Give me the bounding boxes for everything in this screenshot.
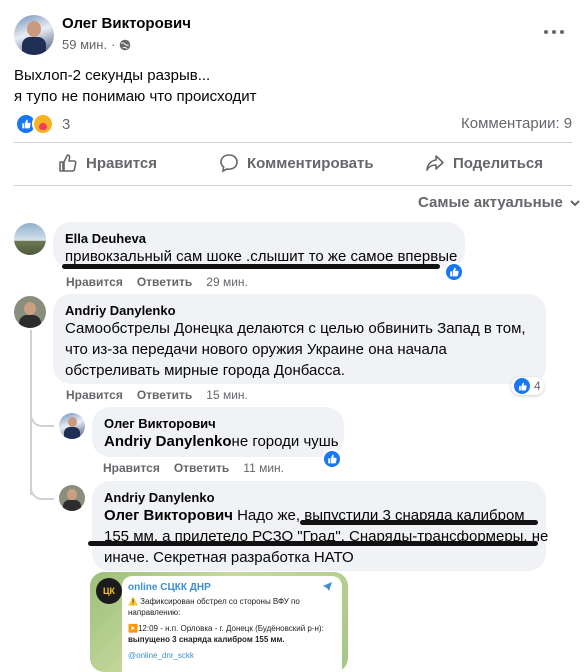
comment-bubble: Andriy Danylenko Самообстрелы Донецка де… [53, 294, 546, 384]
telegram-message: online СЦКК ДНР ⚠️ Зафиксирован обстрел … [122, 576, 342, 672]
comment-sort-dropdown[interactable]: Самые актуальные [418, 194, 581, 211]
comment-like-link[interactable]: Нравится [66, 275, 123, 289]
post-text: Выхлоп-2 секунды разрыв... я тупо не пон… [14, 65, 257, 107]
divider [14, 185, 572, 186]
comment-image-attachment[interactable]: ЦК online СЦКК ДНР ⚠️ Зафиксирован обстр… [90, 572, 348, 672]
share-button-label: Поделиться [453, 154, 544, 172]
comment-text-line: Самообстрелы Донецка делаются с целью об… [65, 320, 526, 337]
thumbs-up-icon [328, 454, 337, 464]
comment-icon [220, 154, 238, 173]
thread-branch [30, 470, 54, 500]
divider [14, 142, 572, 143]
share-icon [426, 155, 444, 171]
commenter-avatar[interactable] [14, 223, 46, 255]
thumbs-up-icon [450, 267, 459, 277]
comment-bubble: Ella Deuheva привокзальный сам шоке .слы… [53, 222, 465, 268]
reply-actions: Нравится Ответить 11 мин. [103, 461, 284, 475]
reply-like-link[interactable]: Нравится [103, 461, 160, 475]
like-button-label: Нравится [86, 154, 158, 172]
markup-underline [300, 520, 538, 525]
markup-underline [88, 541, 538, 546]
comment-reply-link[interactable]: Ответить [137, 275, 192, 289]
reply-reply-link[interactable]: Ответить [174, 461, 229, 475]
reply-mention[interactable]: Олег Викторович [104, 507, 233, 524]
reply-text: Олег Викторович Надо же, выпустили 3 сна… [104, 505, 548, 568]
comment-text-line: обстреливать мирные города Донбасса. [65, 362, 345, 379]
like-reaction-icon [514, 378, 530, 394]
comment-button-label: Комментировать [247, 154, 374, 172]
more-options-icon[interactable] [544, 30, 564, 34]
message-link: @online_dnr_sckk [128, 651, 194, 660]
comment-button[interactable]: Комментировать [219, 153, 374, 173]
comment-time[interactable]: 15 мин. [206, 388, 248, 402]
reply-text-line: иначе. Секретная разработка НАТО [104, 549, 354, 566]
reply-author-avatar[interactable] [59, 413, 85, 439]
post-text-line: Выхлоп-2 секунды разрыв... [14, 67, 211, 84]
commenter-avatar[interactable] [14, 296, 46, 328]
reply-text-body: не городи чушь [231, 433, 339, 450]
post-meta: 59 мин. · [62, 37, 131, 52]
message-line: направлению: [128, 608, 181, 617]
post-time[interactable]: 59 мин. [62, 37, 107, 52]
thumbs-up-icon [59, 154, 77, 172]
chevron-down-icon [570, 199, 580, 206]
channel-badge: ЦК [102, 586, 116, 596]
comment-text: Самообстрелы Донецка делаются с целью об… [65, 318, 526, 381]
post-author-name[interactable]: Олег Викторович [62, 15, 191, 32]
reply-bubble: Andriy Danylenko Олег Викторович Надо же… [92, 481, 548, 571]
markup-underline [62, 264, 440, 269]
message-line: ⚠️ Зафиксирован обстрел со стороны ВФУ п… [128, 597, 300, 606]
comments-count[interactable]: Комментарии: 9 [461, 115, 572, 132]
comment-reaction-summary[interactable]: 4 [511, 377, 544, 395]
reply-author[interactable]: Олег Викторович [104, 416, 216, 431]
comment-like-link[interactable]: Нравится [66, 388, 123, 402]
reply-text: Andriy Danylenkoне городи чушь [104, 431, 339, 452]
care-reaction-icon [32, 113, 54, 135]
post-author-avatar[interactable] [14, 15, 54, 55]
comment-reaction-count: 4 [534, 379, 541, 393]
reply-like-badge[interactable] [322, 449, 342, 469]
comment-like-badge[interactable] [444, 262, 464, 282]
reply-bubble: Олег Викторович Andriy Danylenkoне город… [92, 407, 344, 457]
comment-time[interactable]: 29 мин. [206, 275, 248, 289]
message-body: ⚠️ Зафиксирован обстрел со стороны ВФУ п… [128, 596, 324, 661]
globe-icon [120, 39, 131, 50]
comment-author[interactable]: Andriy Danylenko [65, 303, 176, 318]
reply-author-avatar[interactable] [59, 485, 85, 511]
share-button[interactable]: Поделиться [425, 153, 543, 173]
comment-actions: Нравится Ответить 15 мин. [66, 388, 248, 402]
message-line: ▶️12:09 - н.п. Орловка - г. Донецк (Будё… [128, 624, 324, 633]
comment-author[interactable]: Ella Deuheva [65, 231, 146, 246]
post-text-line: я тупо не понимаю что происходит [14, 88, 257, 105]
comment-text-line: что из-за передачи нового оружия Украине… [65, 341, 447, 358]
thread-branch [30, 405, 54, 427]
comment-reply-link[interactable]: Ответить [137, 388, 192, 402]
reply-author[interactable]: Andriy Danylenko [104, 490, 215, 505]
share-arrow-icon [323, 582, 332, 591]
reply-mention[interactable]: Andriy Danylenko [104, 433, 232, 450]
sort-label: Самые актуальные [418, 194, 563, 211]
message-line: выпущено 3 снаряда калибром 155 мм. [128, 635, 285, 644]
reaction-summary[interactable]: 3 [15, 113, 70, 135]
channel-name: online СЦКК ДНР [128, 582, 211, 593]
reaction-count[interactable]: 3 [62, 116, 70, 133]
channel-avatar: ЦК [96, 578, 122, 604]
like-button[interactable]: Нравится [58, 153, 157, 173]
reply-time[interactable]: 11 мин. [243, 461, 284, 475]
comment-actions: Нравится Ответить 29 мин. [66, 275, 248, 289]
